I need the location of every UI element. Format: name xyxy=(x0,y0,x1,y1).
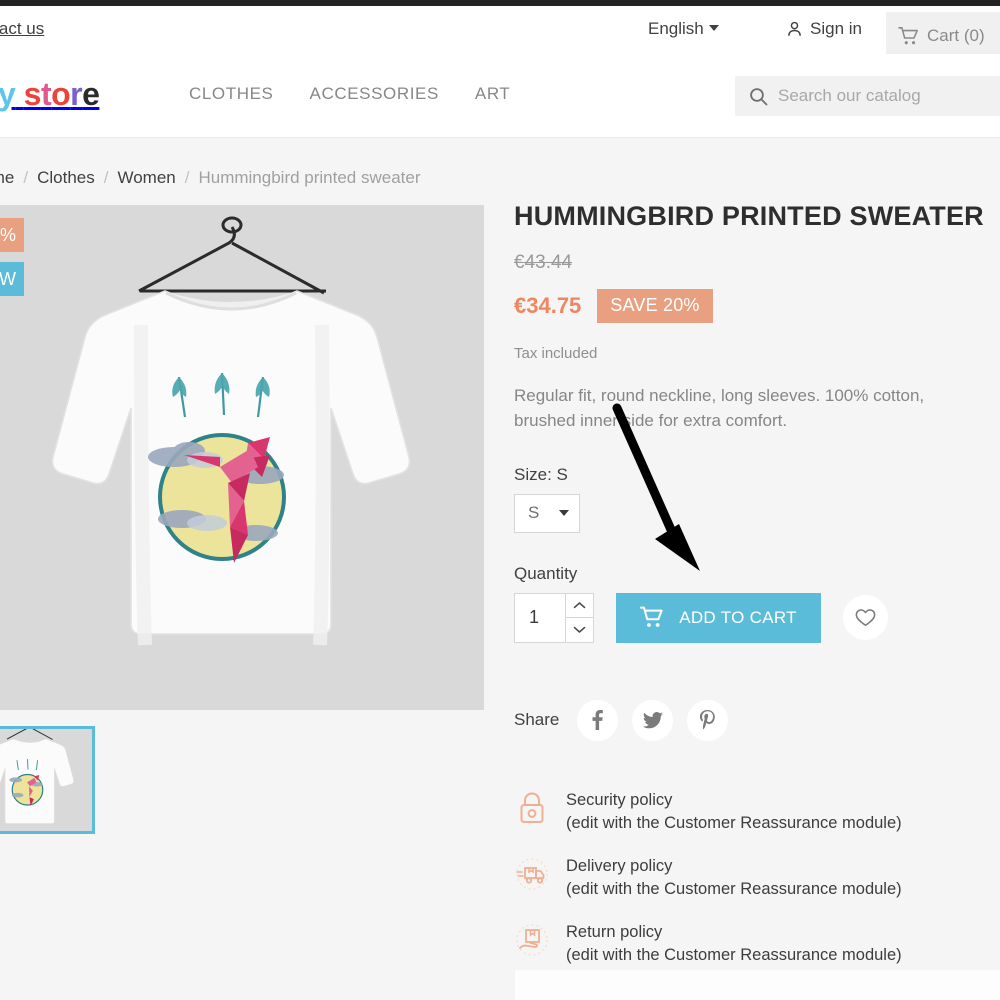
policy-delivery-title: Delivery policy xyxy=(566,856,673,875)
main-navigation: CLOTHES ACCESSORIES ART xyxy=(189,84,510,104)
language-label: English xyxy=(648,19,704,38)
chevron-down-icon xyxy=(708,25,719,31)
share-label: Share xyxy=(514,710,560,730)
breadcrumb-item-current: Hummingbird printed sweater xyxy=(198,168,421,187)
policy-delivery-text: Delivery policy (edit with the Customer … xyxy=(566,855,902,901)
policy-delivery: Delivery policy (edit with the Customer … xyxy=(514,855,984,901)
logo-letter: o xyxy=(51,76,71,112)
cart-label: Cart (0) xyxy=(927,26,985,45)
policy-return: Return policy (edit with the Customer Re… xyxy=(514,921,984,967)
quantity-label: Quantity xyxy=(514,563,578,583)
share-row: Share xyxy=(514,699,984,741)
nav-item-art[interactable]: ART xyxy=(475,84,511,104)
nav-item-accessories[interactable]: ACCESSORIES xyxy=(310,84,439,104)
add-to-cart-label: ADD TO CART xyxy=(679,607,797,627)
product-thumbnail-1[interactable] xyxy=(0,726,95,834)
product-details-panel: HUMMINGBIRD PRINTED SWEATER €43.44 €34.7… xyxy=(514,200,984,967)
policy-security-subtitle: (edit with the Customer Reassurance modu… xyxy=(566,813,902,832)
quantity-value[interactable]: 1 xyxy=(515,594,565,642)
cart-button[interactable]: Cart (0) xyxy=(886,12,1000,60)
policy-security-text: Security policy (edit with the Customer … xyxy=(566,789,902,835)
thumbnail-illustration xyxy=(0,729,92,831)
product-description: Regular fit, round neckline, long sleeve… xyxy=(514,386,925,431)
cart-icon xyxy=(640,606,663,628)
save-badge: SAVE 20% xyxy=(597,289,713,324)
breadcrumb: Home / Clothes / Women / Hummingbird pri… xyxy=(0,168,421,188)
bottom-content-panel xyxy=(515,970,1000,1000)
quantity-increase-button[interactable] xyxy=(566,594,593,619)
purchase-row: 1 ADD TO CART xyxy=(514,592,984,643)
price-current: €34.75 xyxy=(514,293,582,319)
badge-discount: -20% xyxy=(0,218,24,252)
cart-icon xyxy=(898,27,918,45)
language-selector[interactable]: English xyxy=(648,19,719,39)
breadcrumb-item-clothes[interactable]: Clothes xyxy=(37,168,95,188)
page-title: HUMMINGBIRD PRINTED SWEATER xyxy=(514,201,984,231)
logo-letter: e xyxy=(82,76,100,112)
logo-letter: r xyxy=(70,76,83,112)
policy-return-title: Return policy xyxy=(566,923,663,942)
logo-letter: s xyxy=(23,76,42,112)
sign-in-label: Sign in xyxy=(810,19,862,38)
chevron-down-icon xyxy=(559,510,569,517)
add-to-wishlist-button[interactable] xyxy=(843,595,888,641)
page-root: Contact us English Sign in Cart (0) my s… xyxy=(0,0,1000,1000)
price-row: €34.75 SAVE 20% xyxy=(514,289,984,324)
share-twitter-button[interactable] xyxy=(632,699,674,741)
nav-item-clothes[interactable]: CLOTHES xyxy=(189,84,274,104)
share-facebook-button[interactable] xyxy=(577,699,619,741)
search-icon xyxy=(750,87,768,105)
site-logo[interactable]: my store xyxy=(0,76,100,112)
sweater-illustration xyxy=(0,205,484,710)
header-top-bar: Contact us English Sign in Cart (0) xyxy=(0,6,1000,60)
share-pinterest-button[interactable] xyxy=(687,699,729,741)
return-package-icon xyxy=(516,924,548,956)
tax-note: Tax included xyxy=(514,345,598,363)
pinterest-icon xyxy=(700,710,716,730)
breadcrumb-separator: / xyxy=(184,168,190,187)
twitter-icon xyxy=(642,711,663,728)
chevron-down-icon xyxy=(573,627,586,634)
policy-return-text: Return policy (edit with the Customer Re… xyxy=(566,921,902,967)
badge-new: NEW xyxy=(0,262,24,296)
breadcrumb-item-home[interactable]: Home xyxy=(0,168,14,188)
policy-security-title: Security policy xyxy=(566,790,673,809)
contact-us-link[interactable]: Contact us xyxy=(0,19,44,39)
logo-space xyxy=(15,76,23,112)
size-label: Size: S xyxy=(514,464,568,484)
lock-icon xyxy=(520,792,544,823)
user-icon xyxy=(788,21,801,37)
size-select[interactable]: S xyxy=(514,493,580,533)
search-input[interactable]: Search our catalog xyxy=(735,76,1000,116)
logo-letter: t xyxy=(40,76,52,112)
policy-return-subtitle: (edit with the Customer Reassurance modu… xyxy=(566,946,902,965)
sign-in-link[interactable]: Sign in xyxy=(786,19,862,39)
facebook-icon xyxy=(592,710,604,731)
heart-icon xyxy=(855,609,876,627)
price-regular: €43.44 xyxy=(514,252,573,274)
add-to-cart-button[interactable]: ADD TO CART xyxy=(616,592,821,643)
quantity-step-buttons xyxy=(565,593,593,642)
quantity-stepper[interactable]: 1 xyxy=(514,592,594,643)
breadcrumb-item-women[interactable]: Women xyxy=(117,168,175,188)
breadcrumb-separator: / xyxy=(23,168,29,187)
logo-letter: y xyxy=(0,76,16,112)
product-main-image[interactable] xyxy=(0,205,484,710)
search-placeholder-text: Search our catalog xyxy=(778,86,921,105)
policy-delivery-subtitle: (edit with the Customer Reassurance modu… xyxy=(566,879,902,898)
policy-list: Security policy (edit with the Customer … xyxy=(514,789,984,968)
chevron-up-icon xyxy=(573,602,586,609)
policy-security: Security policy (edit with the Customer … xyxy=(514,789,984,835)
quantity-decrease-button[interactable] xyxy=(566,618,593,642)
delivery-truck-icon xyxy=(516,858,548,890)
breadcrumb-separator: / xyxy=(103,168,109,187)
size-select-value: S xyxy=(528,503,540,523)
